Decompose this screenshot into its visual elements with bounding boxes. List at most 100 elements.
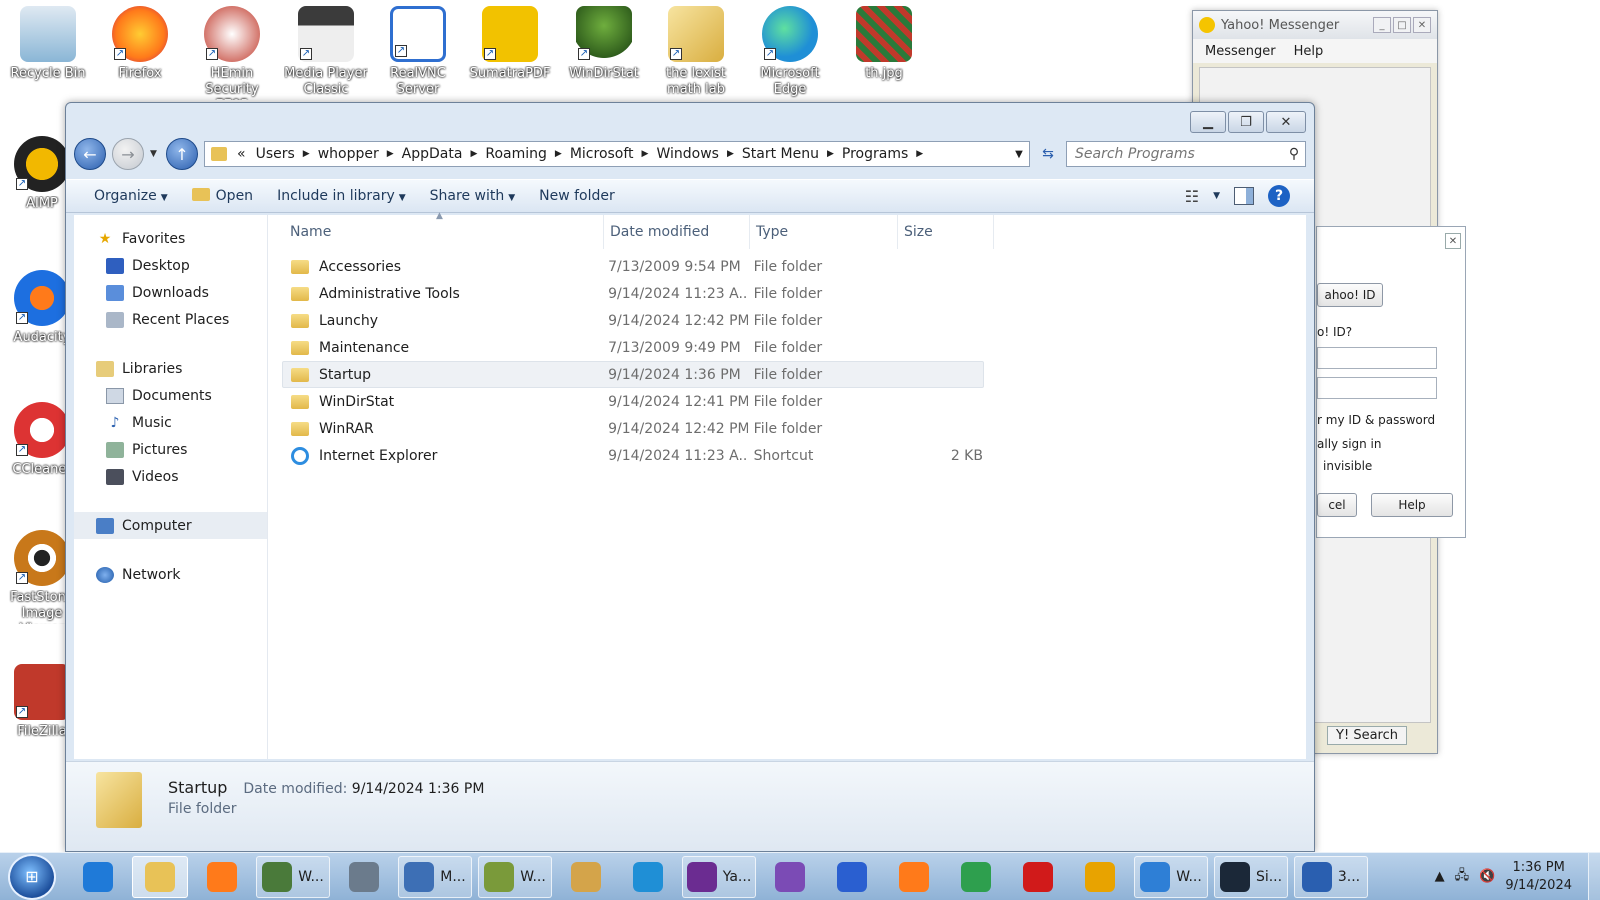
- desktop-icon-recycle-bin[interactable]: Recycle Bin: [6, 6, 90, 100]
- chevron-right-icon[interactable]: ▶: [553, 149, 564, 159]
- nav-network[interactable]: Network: [74, 561, 267, 588]
- include-in-library-button[interactable]: Include in library ▼: [269, 184, 414, 208]
- close-button[interactable]: ✕: [1266, 111, 1306, 133]
- file-row[interactable]: Launchy 9/14/2024 12:42 PM File folder: [282, 307, 984, 334]
- nav-downloads[interactable]: Downloads: [74, 279, 267, 306]
- taskbar-item[interactable]: [70, 856, 126, 898]
- file-row[interactable]: WinRAR 9/14/2024 12:42 PM File folder: [282, 415, 984, 442]
- breadcrumb-appdata[interactable]: AppData: [398, 146, 467, 162]
- chevron-right-icon[interactable]: ▶: [914, 149, 925, 159]
- search-input[interactable]: [1075, 146, 1283, 162]
- view-options-dropdown-icon[interactable]: ▼: [1213, 191, 1220, 201]
- taskbar-item[interactable]: [194, 856, 250, 898]
- address-dropdown-icon[interactable]: ▼: [1009, 149, 1029, 160]
- remember-id-checkbox-label[interactable]: r my ID & password: [1317, 413, 1435, 427]
- desktop-icon-lexist-math-lab[interactable]: ↗ the lexist math lab: [654, 6, 738, 100]
- nav-desktop[interactable]: Desktop: [74, 252, 267, 279]
- taskbar-item[interactable]: [132, 855, 188, 898]
- desktop-icon-microsoft-edge[interactable]: ↗ Microsoft Edge: [748, 6, 832, 100]
- explorer-window[interactable]: ▁ ❐ ✕ ← → ▼ ↑ « Users ▶ whopper ▶ AppData ▶…: [65, 102, 1315, 852]
- desktop-icon-firefox[interactable]: ↗ Firefox: [98, 6, 182, 100]
- menu-messenger[interactable]: Messenger: [1205, 44, 1276, 59]
- taskbar-item[interactable]: [948, 856, 1004, 898]
- yahoo-id-input[interactable]: [1317, 347, 1437, 369]
- search-box[interactable]: ⚲: [1066, 141, 1306, 167]
- column-header-name[interactable]: ▲ Name: [284, 211, 604, 249]
- yahoo-password-input[interactable]: [1317, 377, 1437, 399]
- up-button[interactable]: ↑: [166, 138, 198, 170]
- taskbar-item[interactable]: W...: [478, 855, 552, 898]
- nav-pictures[interactable]: Pictures: [74, 436, 267, 463]
- taskbar-item[interactable]: Si...: [1214, 855, 1288, 898]
- desktop-icon-th-jpg[interactable]: th.jpg: [842, 6, 926, 100]
- search-icon[interactable]: ⚲: [1283, 146, 1305, 162]
- taskbar-item[interactable]: [762, 856, 818, 898]
- close-icon[interactable]: ✕: [1445, 233, 1461, 249]
- menu-help[interactable]: Help: [1294, 44, 1324, 59]
- chevron-right-icon[interactable]: ▶: [640, 149, 651, 159]
- desktop-icon-realvnc[interactable]: ↗ RealVNC Server: [376, 6, 460, 100]
- chevron-right-icon[interactable]: ▶: [301, 149, 312, 159]
- taskbar-item[interactable]: W...: [1134, 855, 1208, 898]
- maximize-icon[interactable]: □: [1393, 17, 1411, 33]
- column-header-date-modified[interactable]: Date modified: [604, 215, 750, 249]
- minimize-icon[interactable]: _: [1373, 17, 1391, 33]
- taskbar-item[interactable]: [558, 856, 614, 898]
- network-icon[interactable]: 🖧: [1455, 866, 1470, 888]
- column-header-type[interactable]: Type: [750, 215, 898, 249]
- refresh-button[interactable]: ⇆: [1036, 141, 1060, 167]
- nav-favorites[interactable]: ★ Favorites: [74, 225, 267, 252]
- taskbar-item[interactable]: M...: [398, 855, 472, 898]
- share-with-button[interactable]: Share with ▼: [422, 184, 523, 208]
- yahoo-title-bar[interactable]: Yahoo! Messenger _ □ ✕: [1193, 11, 1437, 39]
- taskbar-item[interactable]: W...: [256, 855, 330, 898]
- preview-pane-icon[interactable]: [1234, 187, 1254, 205]
- maximize-button[interactable]: ❐: [1228, 111, 1264, 133]
- chevron-right-icon[interactable]: ▶: [825, 149, 836, 159]
- nav-recent-places[interactable]: Recent Places: [74, 306, 267, 333]
- nav-videos[interactable]: Videos: [74, 463, 267, 490]
- clock[interactable]: 1:36 PM 9/14/2024: [1505, 859, 1572, 895]
- taskbar-item[interactable]: [824, 856, 880, 898]
- help-button[interactable]: Help: [1371, 493, 1453, 517]
- forward-button[interactable]: →: [112, 138, 144, 170]
- taskbar-item[interactable]: 3...: [1294, 855, 1368, 898]
- recent-pages-dropdown[interactable]: ▼: [150, 149, 160, 159]
- file-row[interactable]: Accessories 7/13/2009 9:54 PM File folder: [282, 253, 984, 280]
- taskbar-item[interactable]: [336, 856, 392, 898]
- nav-computer[interactable]: Computer: [74, 512, 267, 539]
- breadcrumb-microsoft[interactable]: Microsoft: [566, 146, 638, 162]
- volume-muted-icon[interactable]: 🔇: [1479, 869, 1495, 884]
- chevron-right-icon[interactable]: ▶: [385, 149, 396, 159]
- nav-documents[interactable]: Documents: [74, 382, 267, 409]
- show-desktop-button[interactable]: [1588, 852, 1600, 900]
- address-bar[interactable]: « Users ▶ whopper ▶ AppData ▶ Roaming ▶ Micr…: [204, 141, 1030, 167]
- desktop-icon-sumatrapdf[interactable]: ↗ SumatraPDF: [468, 6, 552, 100]
- desktop-icon-windirstat[interactable]: ↗ WinDirStat: [562, 6, 646, 100]
- file-row[interactable]: Administrative Tools 9/14/2024 11:23 A...…: [282, 280, 984, 307]
- yahoo-search-button[interactable]: Y! Search: [1327, 726, 1407, 745]
- nav-music[interactable]: ♪ Music: [74, 409, 267, 436]
- close-icon[interactable]: ✕: [1413, 17, 1431, 33]
- breadcrumb-roaming[interactable]: Roaming: [481, 146, 551, 162]
- taskbar-item[interactable]: Ya...: [682, 855, 756, 898]
- breadcrumb-windows[interactable]: Windows: [652, 146, 723, 162]
- file-row[interactable]: Maintenance 7/13/2009 9:49 PM File folder: [282, 334, 984, 361]
- desktop-icon-media-player-classic[interactable]: ↗ Media Player Classic: [284, 6, 368, 100]
- desktop-icon-hemin[interactable]: ↗ HEmin Security 7705: [190, 6, 274, 100]
- yahoo-login-dialog[interactable]: ✕ ahoo! ID o! ID? r my ID & password all…: [1316, 226, 1466, 538]
- breadcrumb-whopper[interactable]: whopper: [314, 146, 383, 162]
- change-view-icon[interactable]: ☷: [1185, 187, 1199, 206]
- cancel-button[interactable]: cel: [1317, 493, 1357, 517]
- back-button[interactable]: ←: [74, 138, 106, 170]
- show-hidden-icons-icon[interactable]: ▲: [1435, 869, 1445, 884]
- open-button[interactable]: Open: [184, 184, 261, 208]
- help-icon[interactable]: ?: [1268, 185, 1290, 207]
- start-button[interactable]: ⊞: [8, 853, 56, 900]
- column-header-size[interactable]: Size: [898, 215, 994, 249]
- breadcrumb-overflow[interactable]: «: [233, 146, 250, 162]
- nav-libraries[interactable]: Libraries: [74, 355, 267, 382]
- file-row[interactable]: WinDirStat 9/14/2024 12:41 PM File folder: [282, 388, 984, 415]
- breadcrumb-start-menu[interactable]: Start Menu: [738, 146, 823, 162]
- sign-in-invisible-label[interactable]: invisible: [1323, 459, 1372, 473]
